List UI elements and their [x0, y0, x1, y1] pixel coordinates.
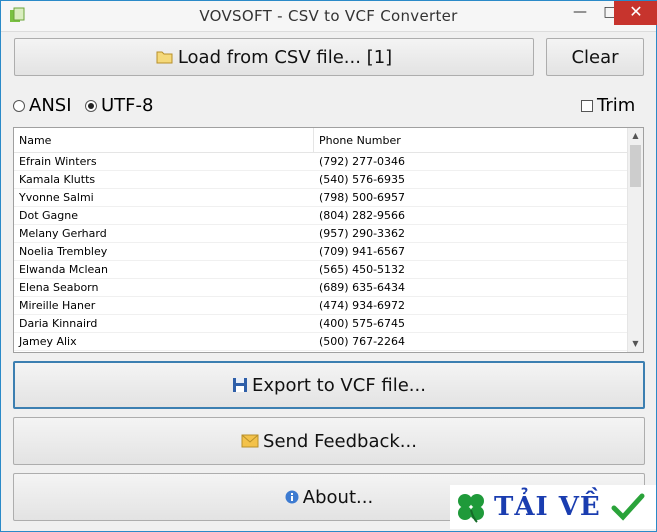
export-vcf-button[interactable]: Export to VCF file... — [13, 361, 645, 409]
table-header: Name Phone Number — [14, 128, 630, 153]
load-csv-label: Load from CSV file... [1] — [177, 46, 393, 68]
table-row[interactable]: Dot Gagne (804) 282-9566 — [14, 207, 630, 225]
contact-name: Efrain Winters — [19, 155, 97, 168]
table-body: Efrain Winters (792) 277-0346 Kamala Klutt… — [14, 153, 630, 352]
trim-checkbox[interactable]: Trim — [581, 95, 635, 116]
table-row[interactable]: Tonisha Estep(225) 865-1920 — [14, 351, 630, 352]
contact-phone: (804) 282-9566 — [319, 209, 406, 222]
watermark-logo: TẢI VỀ — [450, 485, 656, 529]
load-csv-button[interactable]: Load from CSV file... [1] — [14, 38, 534, 76]
utf8-label: UTF-8 — [101, 95, 154, 116]
watermark-text: TẢI VỀ — [494, 492, 601, 522]
contact-name: Dot Gagne — [19, 209, 78, 222]
table-row[interactable]: Mireille Haner (474) 934-6972 — [14, 297, 630, 315]
contact-phone: (709) 941-6567 — [319, 245, 406, 258]
trim-label: Trim — [597, 95, 636, 116]
column-divider[interactable] — [313, 128, 314, 152]
contact-name: Elena Seaborn — [19, 281, 99, 294]
contact-name: Mireille Haner — [19, 299, 96, 312]
checkmark-icon — [611, 493, 645, 521]
about-label: About... — [302, 486, 374, 508]
contact-phone: (540) 576-6935 — [319, 173, 406, 186]
contact-name: Yvonne Salmi — [19, 191, 94, 204]
trim-checkbox-box[interactable] — [581, 99, 593, 112]
send-feedback-button[interactable]: Send Feedback... — [13, 417, 645, 465]
contact-phone: (689) 635-6434 — [319, 281, 406, 294]
contact-phone: (565) 450-5132 — [319, 263, 406, 276]
contacts-table[interactable]: Name Phone Number Efrain Winters (792) 27… — [13, 127, 644, 353]
export-vcf-label: Export to VCF file... — [252, 374, 426, 396]
contact-name: Melany Gerhard — [19, 227, 107, 240]
table-row[interactable]: Yvonne Salmi (798) 500-6957 — [14, 189, 630, 207]
scroll-down-icon[interactable]: ▼ — [628, 336, 643, 352]
minimize-button[interactable]: — — [567, 1, 593, 25]
ansi-radio-circle[interactable] — [13, 99, 25, 112]
folder-icon — [156, 51, 173, 64]
table-row[interactable]: Kamala Klutts (540) 576-6935 — [14, 171, 630, 189]
contact-name: Jamey Alix — [19, 335, 77, 348]
table-row[interactable]: Daria Kinnaird (400) 575-6745 — [14, 315, 630, 333]
vertical-scrollbar[interactable]: ▲ ▼ — [627, 128, 643, 352]
contact-name: Noelia Trembley — [19, 245, 108, 258]
table-row[interactable]: Efrain Winters (792) 277-0346 — [14, 153, 630, 171]
window-title: VOVSOFT - CSV to VCF Converter — [199, 7, 458, 25]
title-bar: VOVSOFT - CSV to VCF Converter — □ ✕ — [1, 1, 657, 32]
save-icon — [233, 378, 247, 392]
clear-label: Clear — [571, 46, 619, 68]
contact-phone: (798) 500-6957 — [319, 191, 406, 204]
utf8-radio-circle[interactable] — [85, 99, 97, 112]
contact-name: Kamala Klutts — [19, 173, 96, 186]
clear-button[interactable]: Clear — [546, 38, 644, 76]
info-icon — [285, 490, 299, 504]
column-header-phone[interactable]: Phone Number — [319, 134, 401, 147]
contact-phone: (792) 277-0346 — [319, 155, 406, 168]
contact-phone: (957) 290-3362 — [319, 227, 406, 240]
table-row[interactable]: Jamey Alix (500) 767-2264 — [14, 333, 630, 351]
scroll-thumb[interactable] — [630, 145, 641, 187]
ansi-label: ANSI — [29, 95, 72, 116]
contact-name: Daria Kinnaird — [19, 317, 98, 330]
app-window: VOVSOFT - CSV to VCF Converter — □ ✕ Loa… — [0, 0, 657, 532]
ansi-radio[interactable]: ANSI — [13, 95, 72, 116]
table-row[interactable]: Melany Gerhard (957) 290-3362 — [14, 225, 630, 243]
contact-phone: (400) 575-6745 — [319, 317, 406, 330]
table-row[interactable]: Noelia Trembley (709) 941-6567 — [14, 243, 630, 261]
scroll-up-icon[interactable]: ▲ — [628, 128, 643, 144]
utf8-radio[interactable]: UTF-8 — [85, 95, 153, 116]
contact-phone: (474) 934-6972 — [319, 299, 406, 312]
contact-name: Elwanda Mclean — [19, 263, 109, 276]
send-feedback-label: Send Feedback... — [263, 430, 417, 452]
clover-icon — [458, 494, 484, 523]
table-row[interactable]: Elena Seaborn (689) 635-6434 — [14, 279, 630, 297]
envelope-icon — [241, 434, 259, 448]
column-header-name[interactable]: Name — [19, 134, 51, 147]
contact-phone: (500) 767-2264 — [319, 335, 406, 348]
table-row[interactable]: Elwanda Mclean (565) 450-5132 — [14, 261, 630, 279]
close-button[interactable]: ✕ — [614, 1, 657, 25]
